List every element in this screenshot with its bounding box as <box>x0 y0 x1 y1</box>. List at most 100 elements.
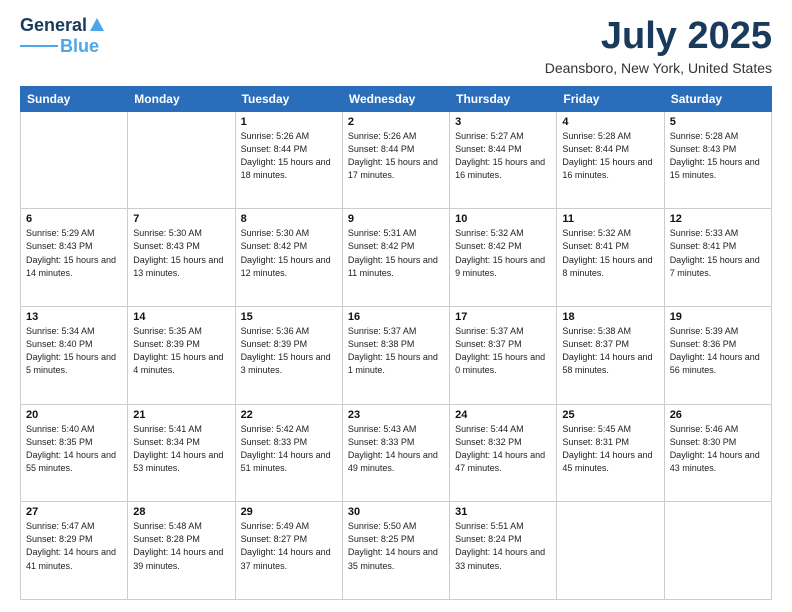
day-number: 9 <box>348 213 444 225</box>
calendar-day-cell: 8Sunrise: 5:30 AM Sunset: 8:42 PM Daylig… <box>235 209 342 307</box>
day-number: 8 <box>241 213 337 225</box>
day-number: 13 <box>26 311 122 323</box>
day-number: 30 <box>348 506 444 518</box>
calendar-day-cell <box>128 111 235 209</box>
day-info: Sunrise: 5:39 AM Sunset: 8:36 PM Dayligh… <box>670 325 766 377</box>
day-number: 11 <box>562 213 658 225</box>
day-info: Sunrise: 5:35 AM Sunset: 8:39 PM Dayligh… <box>133 325 229 377</box>
day-number: 29 <box>241 506 337 518</box>
calendar-week-row: 20 Sunrise: 5:40 AM Sunset: 8:35 PM Dayli… <box>21 404 772 502</box>
calendar-day-cell: 15 Sunrise: 5:36 AM Sunset: 8:39 PM Dayli… <box>235 307 342 405</box>
calendar-day-cell: 17 Sunrise: 5:37 AM Sunset: 8:37 PM Dayli… <box>450 307 557 405</box>
calendar-day-cell: 3 Sunrise: 5:27 AM Sunset: 8:44 PM Daylig… <box>450 111 557 209</box>
day-number: 10 <box>455 213 551 225</box>
day-info: Sunrise: 5:40 AM Sunset: 8:35 PM Dayligh… <box>26 423 122 475</box>
day-info: Sunrise: 5:29 AM Sunset: 8:43 PM Dayligh… <box>26 227 122 279</box>
day-info: Sunrise: 5:36 AM Sunset: 8:39 PM Dayligh… <box>241 325 337 377</box>
day-number: 25 <box>562 409 658 421</box>
calendar-day-cell: 18 Sunrise: 5:38 AM Sunset: 8:37 PM Dayli… <box>557 307 664 405</box>
calendar-header-row: SundayMondayTuesdayWednesdayThursdayFrid… <box>21 86 772 111</box>
logo: General Blue <box>20 16 104 57</box>
calendar-week-row: 27Sunrise: 5:47 AM Sunset: 8:29 PM Dayli… <box>21 502 772 600</box>
calendar-day-cell <box>557 502 664 600</box>
calendar-day-cell <box>664 502 771 600</box>
day-info: Sunrise: 5:38 AM Sunset: 8:37 PM Dayligh… <box>562 325 658 377</box>
calendar-day-cell: 9 Sunrise: 5:31 AM Sunset: 8:42 PM Daylig… <box>342 209 449 307</box>
day-number: 7 <box>133 213 229 225</box>
calendar-week-row: 1 Sunrise: 5:26 AM Sunset: 8:44 PM Daylig… <box>21 111 772 209</box>
logo-text-general: General <box>20 16 87 36</box>
day-of-week-header: Monday <box>128 86 235 111</box>
calendar-day-cell: 22Sunrise: 5:42 AM Sunset: 8:33 PM Dayli… <box>235 404 342 502</box>
day-info: Sunrise: 5:32 AM Sunset: 8:42 PM Dayligh… <box>455 227 551 279</box>
location: Deansboro, New York, United States <box>545 60 772 76</box>
day-info: Sunrise: 5:37 AM Sunset: 8:38 PM Dayligh… <box>348 325 444 377</box>
month-title: July 2025 <box>545 16 772 58</box>
day-info: Sunrise: 5:51 AM Sunset: 8:24 PM Dayligh… <box>455 520 551 572</box>
logo-triangle-icon <box>90 18 104 31</box>
day-number: 16 <box>348 311 444 323</box>
day-info: Sunrise: 5:26 AM Sunset: 8:44 PM Dayligh… <box>348 130 444 182</box>
calendar-day-cell: 14 Sunrise: 5:35 AM Sunset: 8:39 PM Dayli… <box>128 307 235 405</box>
day-info: Sunrise: 5:41 AM Sunset: 8:34 PM Dayligh… <box>133 423 229 475</box>
calendar-day-cell: 21 Sunrise: 5:41 AM Sunset: 8:34 PM Dayli… <box>128 404 235 502</box>
day-info: Sunrise: 5:43 AM Sunset: 8:33 PM Dayligh… <box>348 423 444 475</box>
calendar-day-cell: 28 Sunrise: 5:48 AM Sunset: 8:28 PM Dayli… <box>128 502 235 600</box>
calendar-day-cell: 30 Sunrise: 5:50 AM Sunset: 8:25 PM Dayli… <box>342 502 449 600</box>
page: General Blue July 2025 Deansboro, New Yo… <box>0 0 792 612</box>
day-number: 28 <box>133 506 229 518</box>
day-number: 19 <box>670 311 766 323</box>
day-of-week-header: Friday <box>557 86 664 111</box>
day-info: Sunrise: 5:28 AM Sunset: 8:43 PM Dayligh… <box>670 130 766 182</box>
day-number: 22 <box>241 409 337 421</box>
calendar-day-cell: 13Sunrise: 5:34 AM Sunset: 8:40 PM Dayli… <box>21 307 128 405</box>
calendar-week-row: 13Sunrise: 5:34 AM Sunset: 8:40 PM Dayli… <box>21 307 772 405</box>
calendar-day-cell <box>21 111 128 209</box>
calendar-day-cell: 1Sunrise: 5:26 AM Sunset: 8:44 PM Daylig… <box>235 111 342 209</box>
day-number: 1 <box>241 116 337 128</box>
day-info: Sunrise: 5:37 AM Sunset: 8:37 PM Dayligh… <box>455 325 551 377</box>
calendar-day-cell: 20 Sunrise: 5:40 AM Sunset: 8:35 PM Dayli… <box>21 404 128 502</box>
day-info: Sunrise: 5:48 AM Sunset: 8:28 PM Dayligh… <box>133 520 229 572</box>
calendar-table: SundayMondayTuesdayWednesdayThursdayFrid… <box>20 86 772 600</box>
calendar-day-cell: 10 Sunrise: 5:32 AM Sunset: 8:42 PM Dayli… <box>450 209 557 307</box>
day-info: Sunrise: 5:27 AM Sunset: 8:44 PM Dayligh… <box>455 130 551 182</box>
day-info: Sunrise: 5:31 AM Sunset: 8:42 PM Dayligh… <box>348 227 444 279</box>
day-info: Sunrise: 5:44 AM Sunset: 8:32 PM Dayligh… <box>455 423 551 475</box>
calendar-week-row: 6 Sunrise: 5:29 AM Sunset: 8:43 PM Daylig… <box>21 209 772 307</box>
day-number: 6 <box>26 213 122 225</box>
day-info: Sunrise: 5:49 AM Sunset: 8:27 PM Dayligh… <box>241 520 337 572</box>
day-of-week-header: Thursday <box>450 86 557 111</box>
calendar-day-cell: 7 Sunrise: 5:30 AM Sunset: 8:43 PM Daylig… <box>128 209 235 307</box>
day-of-week-header: Wednesday <box>342 86 449 111</box>
day-number: 3 <box>455 116 551 128</box>
day-info: Sunrise: 5:28 AM Sunset: 8:44 PM Dayligh… <box>562 130 658 182</box>
calendar-day-cell: 4 Sunrise: 5:28 AM Sunset: 8:44 PM Daylig… <box>557 111 664 209</box>
day-info: Sunrise: 5:33 AM Sunset: 8:41 PM Dayligh… <box>670 227 766 279</box>
day-number: 12 <box>670 213 766 225</box>
calendar-day-cell: 23Sunrise: 5:43 AM Sunset: 8:33 PM Dayli… <box>342 404 449 502</box>
calendar-day-cell: 31Sunrise: 5:51 AM Sunset: 8:24 PM Dayli… <box>450 502 557 600</box>
day-number: 2 <box>348 116 444 128</box>
day-number: 20 <box>26 409 122 421</box>
day-number: 21 <box>133 409 229 421</box>
calendar-day-cell: 5 Sunrise: 5:28 AM Sunset: 8:43 PM Daylig… <box>664 111 771 209</box>
day-number: 18 <box>562 311 658 323</box>
day-info: Sunrise: 5:50 AM Sunset: 8:25 PM Dayligh… <box>348 520 444 572</box>
day-info: Sunrise: 5:30 AM Sunset: 8:43 PM Dayligh… <box>133 227 229 279</box>
day-info: Sunrise: 5:46 AM Sunset: 8:30 PM Dayligh… <box>670 423 766 475</box>
day-number: 4 <box>562 116 658 128</box>
day-number: 14 <box>133 311 229 323</box>
logo-text-blue: Blue <box>60 36 99 57</box>
calendar-day-cell: 11Sunrise: 5:32 AM Sunset: 8:41 PM Dayli… <box>557 209 664 307</box>
day-number: 5 <box>670 116 766 128</box>
calendar-day-cell: 25Sunrise: 5:45 AM Sunset: 8:31 PM Dayli… <box>557 404 664 502</box>
day-number: 26 <box>670 409 766 421</box>
day-of-week-header: Saturday <box>664 86 771 111</box>
day-number: 15 <box>241 311 337 323</box>
calendar-day-cell: 12 Sunrise: 5:33 AM Sunset: 8:41 PM Dayli… <box>664 209 771 307</box>
day-number: 17 <box>455 311 551 323</box>
header: General Blue July 2025 Deansboro, New Yo… <box>20 16 772 76</box>
calendar-day-cell: 24Sunrise: 5:44 AM Sunset: 8:32 PM Dayli… <box>450 404 557 502</box>
calendar-day-cell: 29 Sunrise: 5:49 AM Sunset: 8:27 PM Dayli… <box>235 502 342 600</box>
